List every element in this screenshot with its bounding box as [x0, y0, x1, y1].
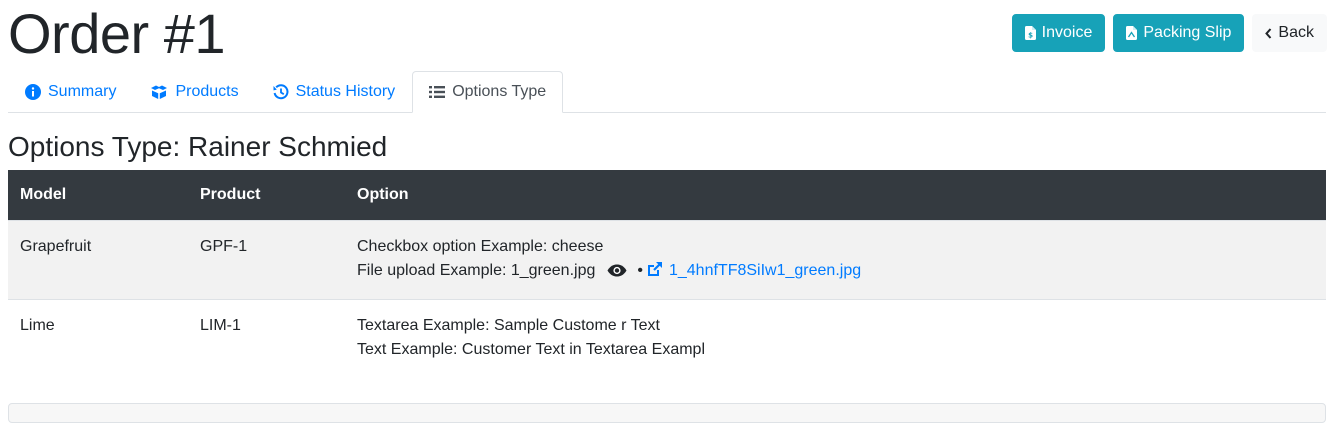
history-icon	[273, 83, 289, 100]
back-label: Back	[1278, 24, 1314, 41]
file-pdf-icon	[1126, 26, 1138, 40]
bottom-card	[8, 403, 1326, 423]
option-line: Textarea Example: Sample Custome r Text	[357, 316, 660, 334]
model-cell: Lime	[20, 316, 55, 334]
tab-status-history[interactable]: Status History	[256, 71, 413, 112]
table-row: Grapefruit GPF-1 Checkbox option Example…	[8, 220, 1326, 299]
page-title: Order #1	[8, 2, 226, 65]
file-link-label: 1_4hnfTF8SiIw1_green.jpg	[668, 261, 862, 279]
model-cell: Grapefruit	[20, 237, 92, 255]
order-tabs: Summary Products Status History Options …	[8, 71, 1326, 113]
product-cell: LIM-1	[200, 316, 241, 334]
tab-products[interactable]: Products	[133, 71, 255, 112]
table-row: Lime LIM-1 Textarea Example: Sample Cust…	[8, 299, 1326, 378]
tab-products-label: Products	[175, 82, 239, 100]
option-line: Checkbox option Example: cheese	[357, 237, 604, 255]
tab-options-type[interactable]: Options Type	[412, 71, 564, 113]
option-file-text: File upload Example: 1_green.jpg	[357, 261, 596, 279]
tab-status-history-label: Status History	[295, 82, 396, 100]
bullet-separator: •	[637, 261, 643, 279]
option-cell: Checkbox option Example: cheese File upl…	[345, 220, 1326, 299]
tab-options-type-label: Options Type	[452, 83, 547, 100]
info-circle-icon	[25, 83, 41, 100]
boxes-icon	[150, 84, 168, 100]
chevron-left-icon	[1265, 27, 1272, 39]
list-icon	[429, 85, 446, 99]
product-cell: GPF-1	[200, 237, 248, 255]
column-header-option: Option	[357, 185, 409, 203]
invoice-label: Invoice	[1041, 24, 1093, 41]
tab-summary[interactable]: Summary	[8, 71, 133, 112]
invoice-button[interactable]: $ Invoice	[1011, 14, 1106, 52]
eye-icon[interactable]	[607, 264, 627, 277]
packing-slip-button[interactable]: Packing Slip	[1113, 14, 1245, 52]
options-table: Model Product Option Grapefruit GPF-1 Ch…	[8, 170, 1326, 378]
option-line-file: File upload Example: 1_green.jpg • 1_4hnfT…	[357, 259, 1314, 283]
tab-summary-label: Summary	[48, 82, 117, 100]
section-title: Options Type: Rainer Schmied	[8, 131, 388, 162]
order-actions: $ Invoice Packing Slip Back	[1011, 14, 1327, 52]
back-button[interactable]: Back	[1252, 14, 1327, 52]
file-invoice-icon: $	[1024, 26, 1036, 40]
option-cell: Textarea Example: Sample Custome r Text …	[345, 299, 1326, 378]
column-header-product: Product	[200, 185, 261, 203]
packing-slip-label: Packing Slip	[1143, 24, 1232, 41]
external-link-icon	[647, 261, 663, 277]
file-download-link[interactable]: 1_4hnfTF8SiIw1_green.jpg	[647, 261, 862, 279]
column-header-model: Model	[20, 185, 67, 203]
option-line: Text Example: Customer Text in Textarea …	[357, 340, 705, 358]
table-header-row: Model Product Option	[8, 170, 1326, 220]
svg-text:$: $	[1028, 32, 1033, 40]
